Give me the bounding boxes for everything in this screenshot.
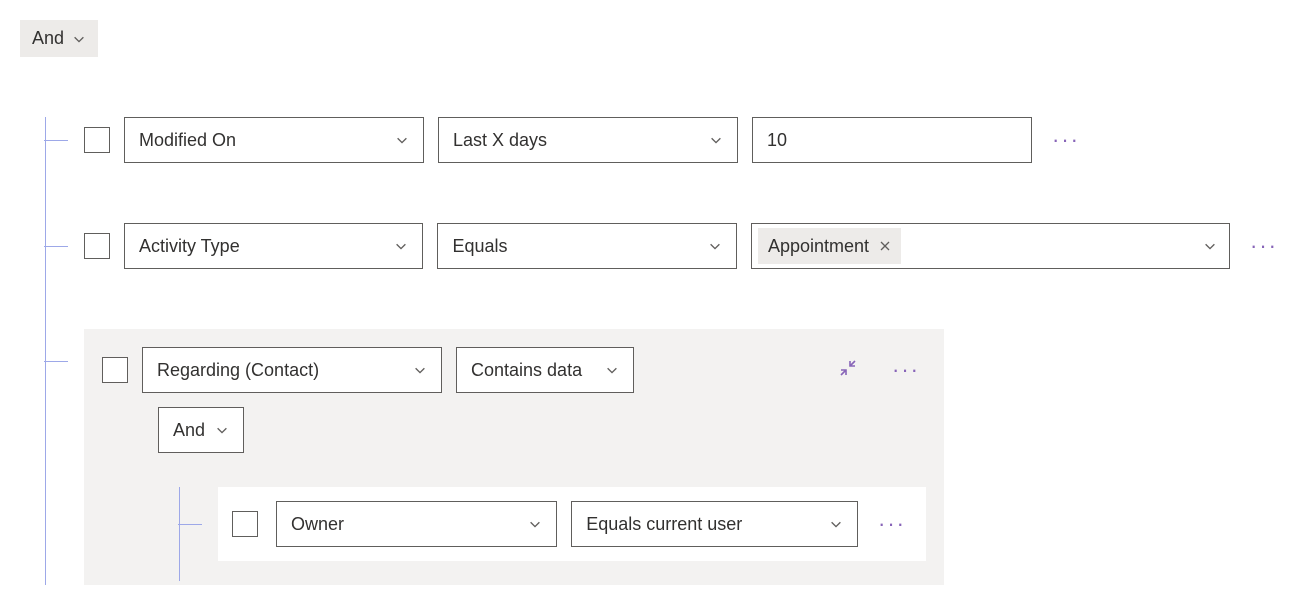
row-more-actions[interactable]: ··· bbox=[872, 513, 912, 535]
chevron-down-icon bbox=[605, 363, 619, 377]
row-more-actions[interactable]: ··· bbox=[1244, 235, 1284, 257]
row-checkbox[interactable] bbox=[232, 511, 258, 537]
chevron-down-icon bbox=[829, 517, 843, 531]
chevron-down-icon bbox=[394, 239, 408, 253]
value-text: 10 bbox=[767, 130, 787, 151]
operator-select[interactable]: Equals current user bbox=[571, 501, 858, 547]
value-tag: Appointment bbox=[758, 228, 901, 264]
field-select[interactable]: Owner bbox=[276, 501, 557, 547]
operator-select[interactable]: Last X days bbox=[438, 117, 738, 163]
tree-connector-line bbox=[45, 117, 46, 585]
group-more-actions[interactable]: ··· bbox=[886, 359, 926, 381]
chevron-down-icon bbox=[1203, 239, 1217, 253]
root-operator-label: And bbox=[32, 28, 64, 49]
chevron-down-icon bbox=[528, 517, 542, 531]
chevron-down-icon bbox=[72, 32, 86, 46]
value-input[interactable]: 10 bbox=[752, 117, 1032, 163]
chevron-down-icon bbox=[215, 423, 229, 437]
row-checkbox[interactable] bbox=[84, 233, 110, 259]
chevron-down-icon bbox=[413, 363, 427, 377]
related-operator-select[interactable]: Contains data bbox=[456, 347, 634, 393]
field-label: Modified On bbox=[139, 130, 236, 151]
condition-row: Owner Equals current user ··· bbox=[218, 487, 926, 561]
field-select[interactable]: Modified On bbox=[124, 117, 424, 163]
nested-logical-operator[interactable]: And bbox=[158, 407, 244, 453]
operator-label: Last X days bbox=[453, 130, 547, 151]
operator-select[interactable]: Equals bbox=[437, 223, 736, 269]
related-entity-header: Regarding (Contact) Contains data bbox=[102, 347, 926, 393]
chevron-down-icon bbox=[709, 133, 723, 147]
tree-connector-line bbox=[179, 487, 180, 581]
close-icon[interactable] bbox=[879, 240, 891, 252]
row-more-actions[interactable]: ··· bbox=[1046, 129, 1086, 151]
chevron-down-icon bbox=[708, 239, 722, 253]
field-label: Activity Type bbox=[139, 236, 240, 257]
value-multiselect[interactable]: Appointment bbox=[751, 223, 1230, 269]
nested-operator-label: And bbox=[173, 420, 205, 441]
related-entity-group: Regarding (Contact) Contains data bbox=[84, 329, 944, 585]
operator-label: Contains data bbox=[471, 360, 582, 381]
condition-row: Activity Type Equals Appointment ··· bbox=[84, 223, 1284, 269]
row-checkbox[interactable] bbox=[102, 357, 128, 383]
root-logical-operator[interactable]: And bbox=[20, 20, 98, 57]
related-field-select[interactable]: Regarding (Contact) bbox=[142, 347, 442, 393]
operator-label: Equals bbox=[452, 236, 507, 257]
field-label: Regarding (Contact) bbox=[157, 360, 319, 381]
condition-row: Modified On Last X days 10 ··· bbox=[84, 117, 1284, 163]
tag-label: Appointment bbox=[768, 236, 869, 257]
chevron-down-icon bbox=[395, 133, 409, 147]
row-checkbox[interactable] bbox=[84, 127, 110, 153]
field-select[interactable]: Activity Type bbox=[124, 223, 423, 269]
collapse-icon[interactable] bbox=[838, 358, 858, 383]
